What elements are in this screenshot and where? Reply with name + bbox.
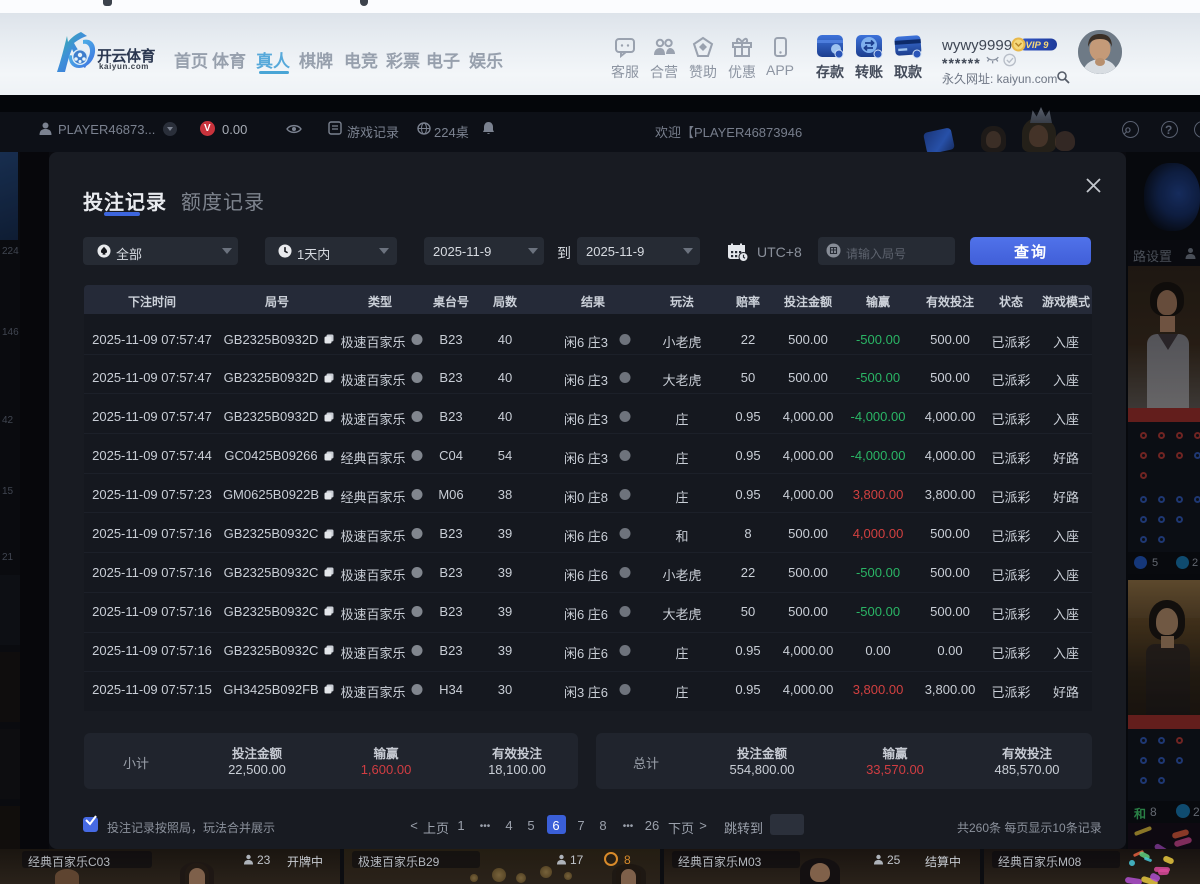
- svg-text:VIP 9: VIP 9: [1026, 40, 1050, 51]
